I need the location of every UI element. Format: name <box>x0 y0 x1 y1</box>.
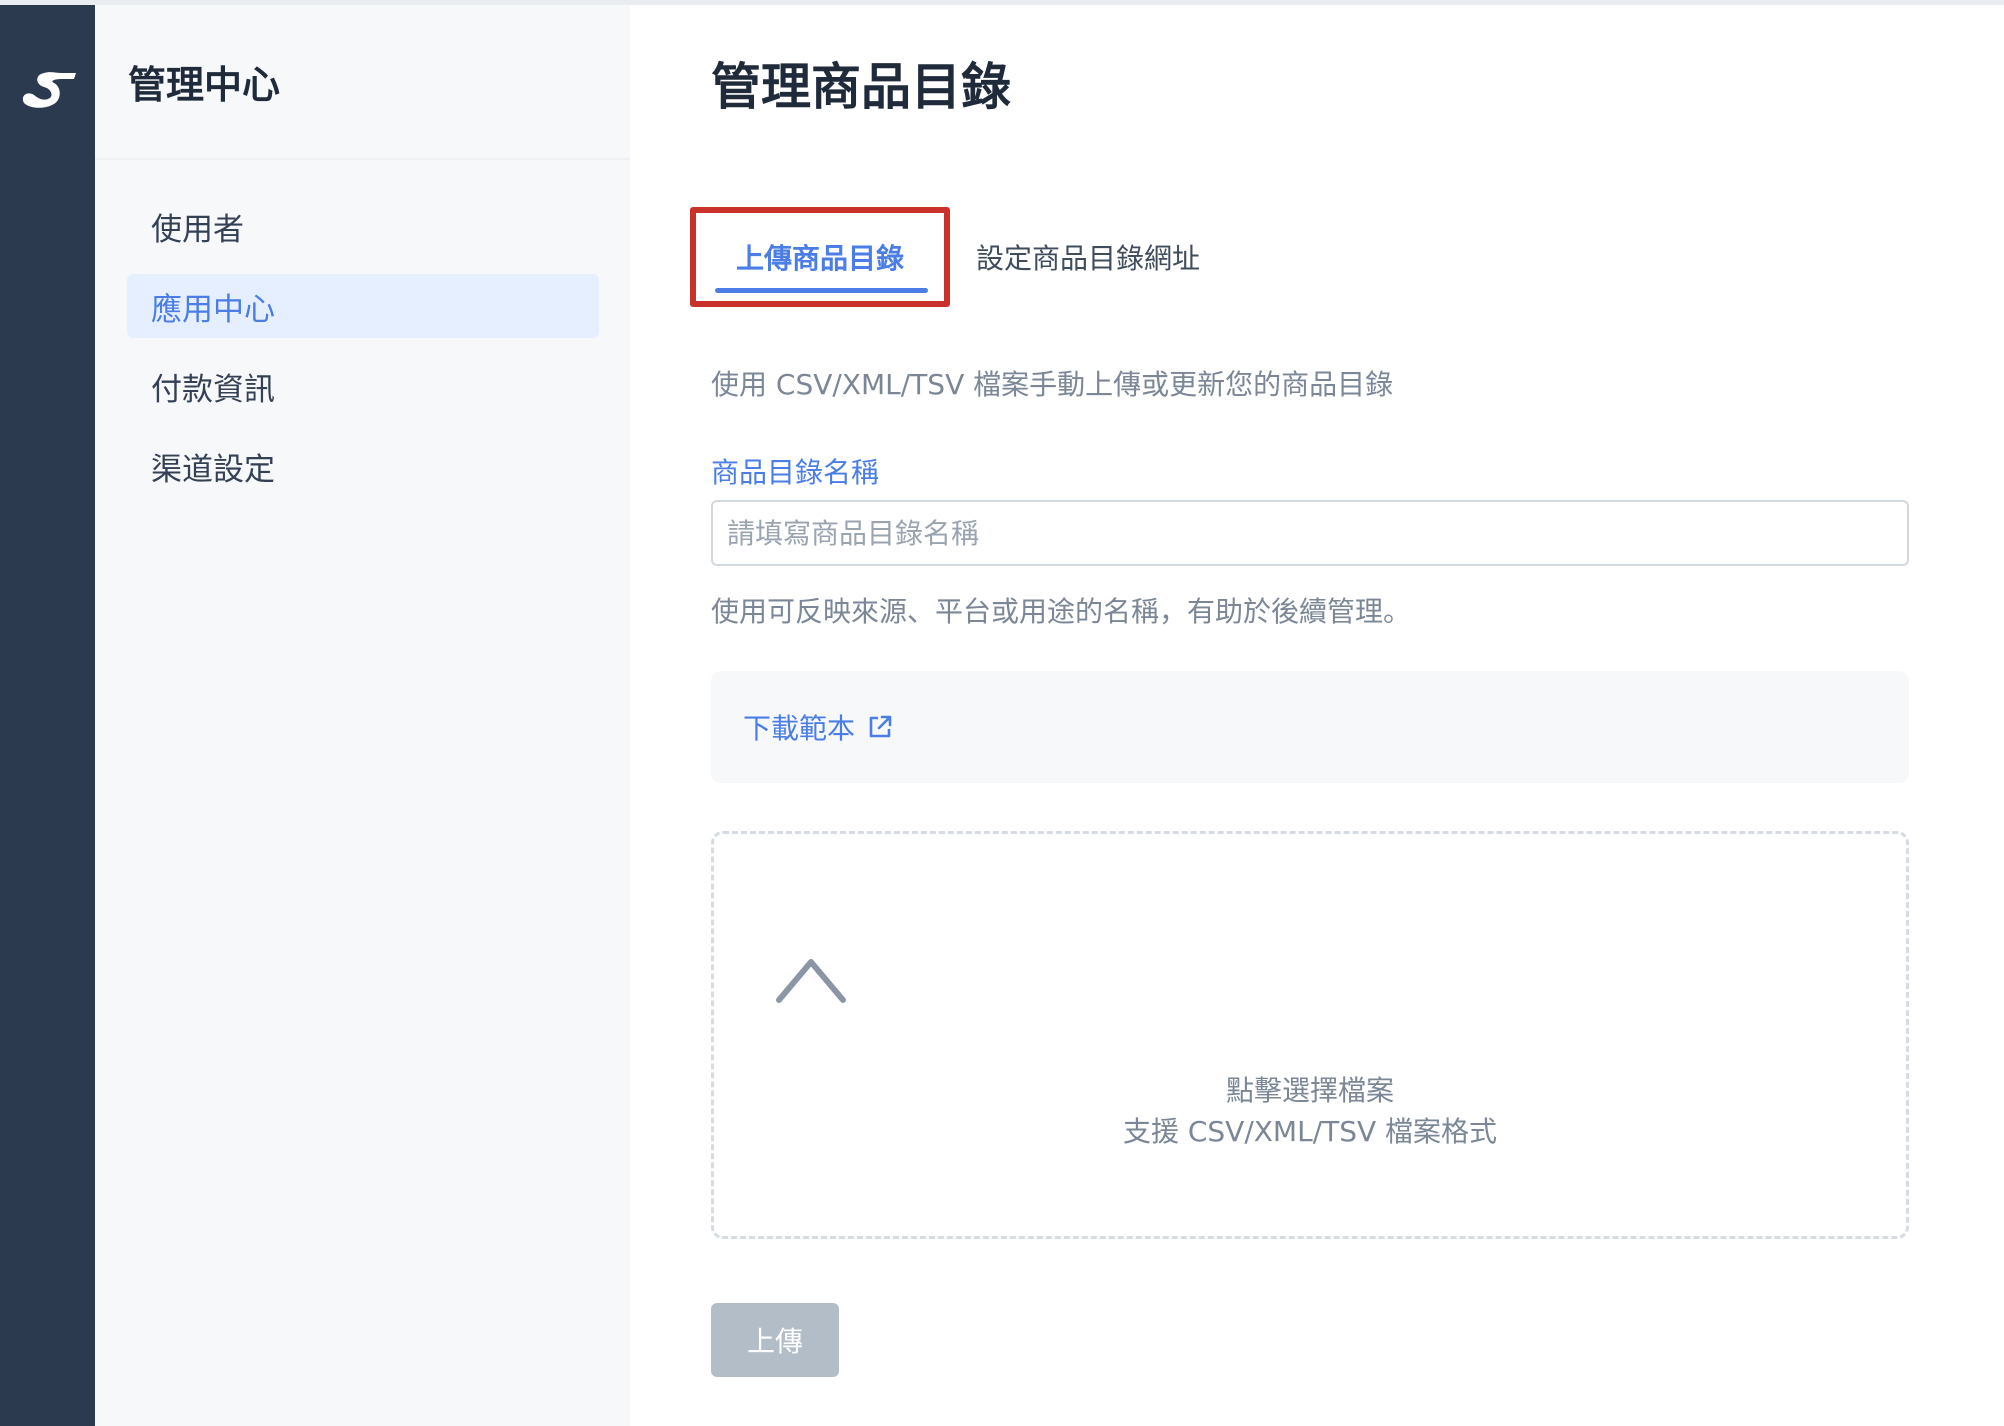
upload-button[interactable]: 上傳 <box>711 1303 839 1377</box>
catalog-name-label: 商品目錄名稱 <box>711 456 880 489</box>
catalog-name-input[interactable] <box>711 500 1909 566</box>
brand-logo-icon[interactable] <box>18 65 78 109</box>
tab-label: 上傳商品目錄 <box>735 242 904 275</box>
app-rail <box>0 5 95 1426</box>
sidebar-title: 管理中心 <box>128 63 281 107</box>
sidebar-item-app-center[interactable]: 應用中心 <box>127 274 599 338</box>
dropzone-primary-text: 點擊選擇檔案 <box>1225 1074 1394 1107</box>
sidebar-item-channel-settings[interactable]: 渠道設定 <box>127 434 599 498</box>
sidebar-item-payment-info[interactable]: 付款資訊 <box>127 354 599 418</box>
upload-description: 使用 CSV/XML/TSV 檔案手動上傳或更新您的商品目錄 <box>711 368 1394 401</box>
dropzone-secondary-text: 支援 CSV/XML/TSV 檔案格式 <box>1122 1115 1498 1148</box>
sidebar-item-users[interactable]: 使用者 <box>127 194 599 258</box>
sidebar: 管理中心 使用者 應用中心 付款資訊 渠道設定 <box>95 5 630 1426</box>
download-template-label: 下載範本 <box>743 712 856 745</box>
download-template-box: 下載範本 <box>711 671 1909 783</box>
sidebar-item-label: 使用者 <box>151 211 244 248</box>
tab-bar: 上傳商品目錄 設定商品目錄網址 <box>690 207 1210 307</box>
catalog-name-help: 使用可反映來源、平台或用途的名稱，有助於後續管理。 <box>711 595 1412 628</box>
file-dropzone[interactable]: 點擊選擇檔案 支援 CSV/XML/TSV 檔案格式 <box>711 831 1909 1239</box>
download-template-link[interactable]: 下載範本 <box>743 707 893 747</box>
sidebar-item-label: 付款資訊 <box>151 371 275 408</box>
active-tab-underline <box>715 288 928 293</box>
external-link-icon <box>869 715 892 738</box>
sidebar-nav: 使用者 應用中心 付款資訊 渠道設定 <box>95 160 630 498</box>
page-title: 管理商品目錄 <box>711 58 1011 116</box>
tab-upload-catalog[interactable]: 上傳商品目錄 <box>690 207 950 307</box>
tab-label: 設定商品目錄網址 <box>976 242 1201 275</box>
sidebar-item-label: 渠道設定 <box>151 451 275 488</box>
sidebar-item-label: 應用中心 <box>151 291 275 328</box>
main-panel: 管理商品目錄 上傳商品目錄 設定商品目錄網址 使用 CSV/XML/TSV 檔案… <box>630 5 2004 1426</box>
dropzone-text: 點擊選擇檔案 支援 CSV/XML/TSV 檔案格式 <box>714 1070 1906 1152</box>
chevron-up-icon <box>776 959 846 1003</box>
sidebar-header: 管理中心 <box>95 5 630 160</box>
tab-set-catalog-url[interactable]: 設定商品目錄網址 <box>950 207 1210 307</box>
